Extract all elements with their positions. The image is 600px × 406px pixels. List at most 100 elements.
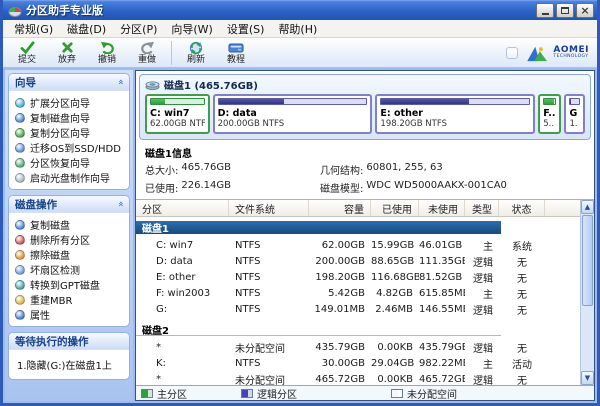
disk-icon — [145, 75, 160, 94]
partition-name: F... — [543, 108, 556, 119]
undo-button[interactable]: 撤销 — [87, 38, 127, 67]
aomei-logo: AOMEI TECHNOLOGY — [526, 44, 589, 62]
migrate-os-to-ssd-hdd-icon — [15, 143, 25, 153]
column-header-6[interactable]: 状态 — [499, 200, 545, 216]
disk-group-header-1[interactable]: 磁盘2 — [136, 323, 501, 336]
sidebar-panel-title-2: 等待执行的操作 — [15, 334, 89, 349]
cell-分区: G: — [136, 304, 229, 315]
menu-partition[interactable]: 分区(P) — [113, 19, 164, 39]
usage-strip — [380, 98, 530, 105]
refresh-button[interactable]: 刷新 — [176, 38, 216, 67]
vertical-scrollbar[interactable]: ▲ ▼ — [580, 200, 594, 385]
commit-button[interactable]: 提交 — [7, 38, 47, 67]
sidebar-item-bootable-cd-wizard[interactable]: 启动光盘制作向导 — [15, 170, 127, 185]
collapse-icon[interactable]: « — [115, 79, 125, 85]
disk-graph-panel: 磁盘1 (465.76GB) C: win762.00GB NTFSD: dat… — [139, 74, 591, 140]
sidebar-panel-header-1[interactable]: 磁盘操作« — [9, 196, 129, 213]
disk-group-header-0[interactable]: 磁盘1 — [136, 221, 501, 234]
disk-partition-0[interactable]: C: win762.00GB NTFS — [145, 94, 210, 134]
menubar: 常规(G)磁盘(D)分区(P)向导(W)设置(S)帮助(H) — [3, 20, 597, 38]
sidebar-item-copy-disk[interactable]: 复制磁盘 — [15, 217, 127, 232]
usage-strip — [218, 98, 368, 105]
sidebar-item-extend-partition-wizard[interactable]: 扩展分区向导 — [15, 95, 127, 110]
column-header-3[interactable]: 已使用 — [371, 200, 419, 216]
legend-unallocated-label: 未分配空间 — [407, 386, 457, 401]
sidebar-panel-header-2[interactable]: 等待执行的操作 — [9, 333, 129, 350]
sidebar-item-copy-disk-wizard[interactable]: 复制磁盘向导 — [15, 110, 127, 125]
menu-general[interactable]: 常规(G) — [7, 19, 60, 39]
partition-size: 198.20GB NTFS — [380, 119, 530, 129]
collapse-icon[interactable]: « — [115, 201, 125, 207]
copy-disk-icon — [15, 220, 25, 230]
sidebar-item-rebuild-mbr[interactable]: 重建MBR — [15, 292, 127, 307]
cell-状态: 无 — [499, 254, 545, 269]
cell-容量: 200.00GB — [309, 256, 371, 267]
column-header-4[interactable]: 未使用 — [419, 200, 465, 216]
column-header-2[interactable]: 容量 — [309, 200, 371, 216]
cell-文件系统: NTFS — [229, 272, 309, 283]
sidebar-item-migrate-os-to-ssd-hdd[interactable]: 迁移OS到SSD/HDD — [15, 140, 127, 155]
discard-button[interactable]: 放弃 — [47, 38, 87, 67]
disk-info-label: 几何结构: — [320, 162, 363, 177]
cell-类型: 主 — [465, 286, 499, 301]
partition-size: 62.00GB NTFS — [150, 119, 205, 129]
extend-partition-wizard-icon — [15, 98, 25, 108]
table-row[interactable]: F: win2003NTFS5.42GB4.82GB615.85MB主无 — [136, 285, 580, 301]
menu-wizard[interactable]: 向导(W) — [164, 19, 219, 39]
toolbar-mini-button[interactable] — [506, 47, 518, 59]
sidebar-item-delete-all-partitions[interactable]: 删除所有分区 — [15, 232, 127, 247]
sidebar-item-properties[interactable]: 属性 — [15, 307, 127, 322]
minimize-button[interactable] — [536, 3, 554, 18]
discard-button-label: 放弃 — [58, 55, 76, 65]
app-icon — [8, 3, 22, 17]
table-header-row: 分区文件系统容量已使用未使用类型状态 — [136, 200, 580, 217]
disk-info-field-1: 几何结构:60801, 255, 63 — [320, 162, 586, 177]
sidebar-panel-header-0[interactable]: 向导« — [9, 74, 129, 91]
disk-info-field-2: 已使用:226.14GB — [145, 180, 320, 195]
table-row[interactable]: *未分配空间435.79GB0.00KB435.79GB逻辑无 — [136, 339, 580, 355]
copy-partition-wizard-icon — [15, 128, 25, 138]
sidebar-item-copy-partition-wizard[interactable]: 复制分区向导 — [15, 125, 127, 140]
column-header-0[interactable]: 分区 — [136, 200, 229, 216]
table-row[interactable]: D: dataNTFS200.00GB88.65GB111.35GB逻辑无 — [136, 253, 580, 269]
cell-未使用: 982.22MB — [419, 358, 465, 369]
sidebar-item-label: 重建MBR — [30, 292, 72, 307]
scroll-down-button[interactable]: ▼ — [581, 371, 594, 385]
maximize-button[interactable] — [556, 3, 574, 18]
sidebar-item-bad-sector-test[interactable]: 坏扇区检测 — [15, 262, 127, 277]
disk-group-name: 磁盘2 — [136, 322, 169, 337]
sidebar-item-convert-to-gpt[interactable]: 转换到GPT磁盘 — [15, 277, 127, 292]
sidebar-item-partition-recovery-wizard[interactable]: 分区恢复向导 — [15, 155, 127, 170]
table-row[interactable]: K:NTFS30.00GB29.04GB982.22MB主活动 — [136, 355, 580, 371]
sidebar-item-label: 属性 — [30, 307, 50, 322]
scroll-up-button[interactable]: ▲ — [581, 200, 594, 214]
wipe-disk-icon — [15, 250, 25, 260]
table-row[interactable]: G:NTFS149.01MB2.46MB146.55MB逻辑无 — [136, 301, 580, 317]
table-row[interactable]: C: win7NTFS62.00GB15.99GB46.01GB主系统 — [136, 237, 580, 253]
disk-partition-2[interactable]: E: other198.20GB NTFS — [375, 94, 535, 134]
cell-容量: 149.01MB — [309, 304, 371, 315]
cell-文件系统: NTFS — [229, 358, 309, 369]
menu-disk[interactable]: 磁盘(D) — [60, 19, 113, 39]
disk-info-value: WDC WD5000AAKX-001CA0 — [366, 180, 507, 195]
cell-类型: 逻辑 — [465, 270, 499, 285]
disk-partition-1[interactable]: D: data200.00GB NTFS — [213, 94, 373, 134]
column-header-1[interactable]: 文件系统 — [229, 200, 309, 216]
disk-partition-4[interactable]: G1. — [564, 94, 585, 134]
legend-primary-label: 主分区 — [157, 386, 187, 401]
table-row[interactable]: E: otherNTFS198.20GB116.68GB81.52GB逻辑无 — [136, 269, 580, 285]
disk-partition-3[interactable]: F...5.. — [538, 94, 561, 134]
sidebar-item-label: 擦除磁盘 — [30, 247, 70, 262]
cell-容量: 30.00GB — [309, 358, 371, 369]
redo-button[interactable]: 重做 — [127, 38, 167, 67]
table-row[interactable]: *未分配空间465.72GB0.00KB465.72GB逻辑无 — [136, 371, 580, 385]
disk-label: 磁盘1 (465.76GB) — [164, 77, 258, 92]
close-button[interactable]: × — [576, 3, 594, 18]
column-header-5[interactable]: 类型 — [465, 200, 499, 216]
scrollbar-thumb[interactable] — [582, 215, 593, 306]
menu-settings[interactable]: 设置(S) — [220, 19, 272, 39]
tutorial-button[interactable]: 教程 — [216, 38, 256, 67]
sidebar-item-wipe-disk[interactable]: 擦除磁盘 — [15, 247, 127, 262]
scrollbar-track[interactable] — [581, 214, 594, 371]
menu-help[interactable]: 帮助(H) — [271, 19, 324, 39]
